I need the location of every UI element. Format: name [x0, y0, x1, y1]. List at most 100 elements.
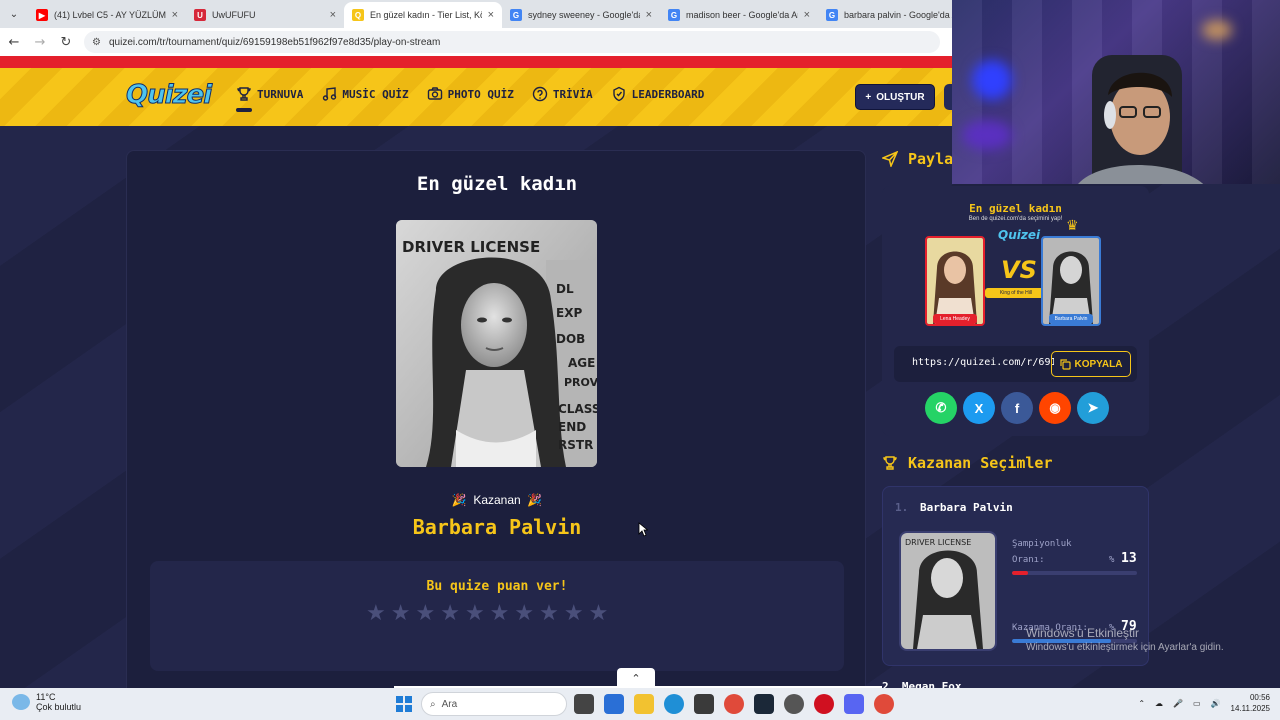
chrome-icon[interactable] — [724, 694, 744, 714]
create-button-label: OLUŞTUR — [876, 91, 925, 103]
streamer-image — [1078, 55, 1203, 184]
scroll-to-top-button[interactable]: ⌃ — [617, 668, 655, 688]
tab-favicon-icon: G — [826, 9, 838, 21]
widgets-icon[interactable] — [604, 694, 624, 714]
back-icon[interactable]: ← — [2, 30, 26, 54]
license-text: DOB — [556, 332, 586, 346]
clock[interactable]: 00:56 14.11.2025 — [1231, 692, 1270, 714]
star-icon[interactable]: ★ — [589, 603, 609, 625]
winner-label-row: 🎉 Kazanan 🎉 — [127, 493, 867, 507]
browser-tab[interactable]: U UwUFUFU × — [186, 2, 344, 28]
champ-rate-bar-fill — [1012, 571, 1029, 575]
mic-icon[interactable]: 🎤 — [1173, 699, 1183, 708]
volume-icon[interactable]: 🔊 — [1211, 699, 1221, 708]
file-explorer-icon[interactable] — [634, 694, 654, 714]
mouse-cursor — [638, 522, 648, 537]
tab-favicon-icon: ▶ — [36, 9, 48, 21]
edge-icon[interactable] — [664, 694, 684, 714]
x-icon[interactable]: X — [963, 392, 995, 424]
music-icon — [323, 87, 337, 101]
cloud-icon — [12, 694, 30, 710]
reload-icon[interactable]: ↻ — [54, 30, 78, 54]
task-view-icon[interactable] — [574, 694, 594, 714]
star-icon[interactable]: ★ — [465, 603, 485, 625]
clock-time: 00:56 — [1249, 693, 1270, 702]
share-heading: Payla — [882, 150, 953, 168]
tab-close-icon[interactable]: × — [646, 9, 652, 21]
tab-close-icon[interactable]: × — [488, 9, 494, 21]
browser-tab[interactable]: ▶ (41) Lvbel C5 - AY YÜZLÜM (RA × — [28, 2, 186, 28]
share-card: En güzel kadın Ben de quizei.com'da seçi… — [882, 186, 1149, 436]
onedrive-icon[interactable]: ☁ — [1155, 699, 1163, 708]
nav-photo-quiz[interactable]: PHOTO QUİZ — [427, 86, 514, 102]
copy-icon — [1059, 358, 1071, 370]
discord-icon[interactable] — [844, 694, 864, 714]
license-text: DL — [556, 282, 574, 296]
facebook-icon[interactable]: f — [1001, 392, 1033, 424]
champ-pct-sign: % — [1109, 555, 1115, 565]
star-icon[interactable]: ★ — [391, 603, 411, 625]
star-icon[interactable]: ★ — [539, 603, 559, 625]
nav-trivia[interactable]: TRİVİA — [532, 86, 593, 102]
thumb-license-text: DRIVER LICENSE — [905, 538, 971, 547]
champ-rate-label-2: Oranı: — [1012, 555, 1045, 565]
steam-icon[interactable] — [754, 694, 774, 714]
nav-trivia-label: TRİVİA — [552, 87, 593, 101]
nav-leaderboard[interactable]: LEADERBOARD — [611, 86, 705, 102]
winner-item-thumb: DRIVER LICENSE — [899, 531, 997, 651]
champ-rate-bar — [1012, 571, 1137, 575]
address-bar[interactable]: ⚙ quizei.com/tr/tournament/quiz/69159198… — [84, 31, 940, 53]
nav-tournament[interactable]: TURNUVA — [236, 86, 303, 112]
star-icon[interactable]: ★ — [366, 603, 386, 625]
winners-heading-text: Kazanan Seçimler — [908, 454, 1053, 472]
license-text: RSTR — [558, 438, 594, 452]
create-button[interactable]: + OLUŞTUR — [855, 84, 935, 110]
nav-music-quiz[interactable]: MUSİC QUİZ — [321, 86, 409, 102]
license-text: PROV — [564, 376, 597, 389]
star-icon[interactable]: ★ — [564, 603, 584, 625]
github-icon[interactable] — [784, 694, 804, 714]
copy-button[interactable]: KOPYALA — [1051, 351, 1131, 377]
site-info-icon[interactable]: ⚙ — [92, 37, 101, 48]
browser-tab[interactable]: Q En güzel kadın - Tier List, Kör S × — [344, 2, 502, 28]
trophy-icon — [883, 456, 897, 470]
tab-close-icon[interactable]: × — [172, 9, 178, 21]
whatsapp-icon[interactable]: ✆ — [925, 392, 957, 424]
browser-tab[interactable]: Gsydney sweeney - Google'da Ar × — [502, 2, 660, 28]
chrome-icon-active[interactable] — [874, 694, 894, 714]
site-logo[interactable]: Quizei — [125, 80, 212, 111]
tab-search-icon[interactable]: ⌄ — [0, 0, 28, 28]
opera-icon[interactable] — [814, 694, 834, 714]
tab-title: sydney sweeney - Google'da Ar — [528, 10, 640, 20]
forward-icon[interactable]: → — [28, 30, 52, 54]
star-icon[interactable]: ★ — [440, 603, 460, 625]
share-link-input[interactable]: https://quizei.com/r/69159198 — [912, 357, 1054, 368]
tab-favicon-icon: Q — [352, 9, 364, 21]
vs-badge: VS — [1001, 256, 1037, 284]
taskbar-search[interactable]: ⌕ Ara — [421, 692, 567, 716]
preview-logo: Quizei — [998, 228, 1041, 242]
tab-close-icon[interactable]: × — [804, 9, 810, 21]
champ-rate-value: 13 — [1121, 551, 1137, 566]
browser-tab[interactable]: Gmadison beer - Google'da Ara × — [660, 2, 818, 28]
star-icon[interactable]: ★ — [514, 603, 534, 625]
network-icon[interactable]: ▭ — [1193, 699, 1201, 708]
weather-widget[interactable]: 11°C Çok bulutlu — [12, 692, 81, 712]
nav-leaderboard-label: LEADERBOARD — [631, 87, 705, 101]
preview-right-thumb: Barbara Palvin — [1041, 236, 1101, 326]
start-icon[interactable] — [396, 696, 412, 712]
social-share-buttons: ✆ Xf ◉ ➤ — [925, 392, 1109, 424]
party-icon: 🎉 — [451, 493, 467, 507]
star-icon[interactable]: ★ — [490, 603, 510, 625]
license-text: EXP — [556, 306, 583, 320]
king-badge: King of the Hill — [985, 288, 1047, 298]
reddit-icon[interactable]: ◉ — [1039, 392, 1071, 424]
telegram-icon[interactable]: ➤ — [1077, 392, 1109, 424]
chevron-up-icon[interactable]: ⌃ — [1138, 699, 1145, 708]
star-icon[interactable]: ★ — [415, 603, 435, 625]
tab-close-icon[interactable]: × — [330, 9, 336, 21]
tab-favicon-icon: G — [668, 9, 680, 21]
store-icon[interactable] — [694, 694, 714, 714]
preview-subtitle: Ben de quizei.com'da seçimini yap! — [968, 216, 1063, 222]
winner-item-name: Barbara Palvin — [920, 501, 1013, 514]
